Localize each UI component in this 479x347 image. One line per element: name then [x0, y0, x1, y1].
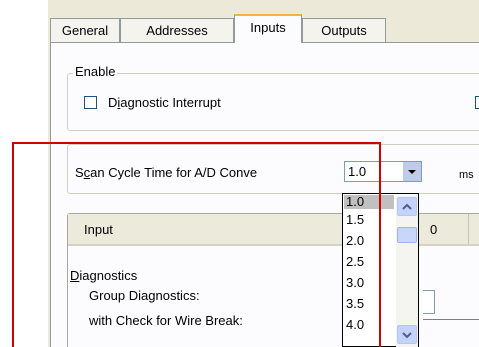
option-3-5[interactable]: 3.5: [344, 297, 394, 311]
red-highlight-right: [379, 142, 381, 347]
option-2-0[interactable]: 2.0: [344, 234, 394, 248]
scroll-thumb[interactable]: [397, 227, 417, 243]
option-3-0[interactable]: 3.0: [344, 276, 394, 290]
wire-break-cell-line: [423, 319, 479, 320]
chevron-down-icon: [408, 170, 416, 174]
header-input: Input: [84, 222, 113, 237]
scan-cycle-combobox[interactable]: 1.0: [344, 161, 422, 182]
diagnostic-interrupt-checkbox[interactable]: [84, 96, 97, 109]
tab-addresses-label: Addresses: [146, 23, 208, 38]
header-col2: 0: [430, 222, 438, 237]
group-diagnostics-cell[interactable]: [423, 290, 435, 314]
scan-cycle-label: Scan Cycle Time for A/D Conve: [75, 165, 258, 180]
red-highlight-top: [12, 142, 381, 144]
chevron-up-icon: [402, 203, 412, 210]
tab-inputs[interactable]: Inputs: [234, 14, 302, 43]
scroll-down-button[interactable]: [397, 325, 417, 344]
row-diagnostics: Diagnostics: [70, 268, 138, 283]
tab-addresses[interactable]: Addresses: [120, 18, 234, 42]
chevron-down-icon: [402, 332, 412, 339]
tab-inputs-label: Inputs: [250, 20, 286, 35]
tab-outputs[interactable]: Outputs: [302, 18, 386, 42]
diagnostic-interrupt-label[interactable]: Diagnostic Interrupt: [108, 95, 221, 110]
option-2-5[interactable]: 2.5: [344, 255, 394, 269]
second-checkbox[interactable]: [475, 96, 479, 109]
combo-dropdown-button[interactable]: [403, 162, 421, 181]
scroll-up-button[interactable]: [397, 197, 417, 216]
option-4-0[interactable]: 4.0: [344, 318, 394, 332]
tab-outputs-label: Outputs: [321, 23, 367, 38]
option-1-5[interactable]: 1.5: [344, 213, 394, 227]
scan-cycle-value: 1.0: [348, 164, 367, 179]
tab-general-label: General: [61, 23, 109, 38]
header-divider: [468, 214, 469, 244]
row-wire-break: with Check for Wire Break:: [89, 313, 243, 328]
tab-general[interactable]: General: [50, 18, 120, 42]
unit-label: ms: [459, 169, 474, 181]
enable-legend: Enable: [73, 64, 118, 79]
row-group-diagnostics: Group Diagnostics:: [89, 288, 200, 303]
dropdown-scrollbar[interactable]: [396, 195, 418, 347]
red-highlight-left: [12, 142, 14, 347]
option-1-0[interactable]: 1.0: [344, 195, 394, 209]
